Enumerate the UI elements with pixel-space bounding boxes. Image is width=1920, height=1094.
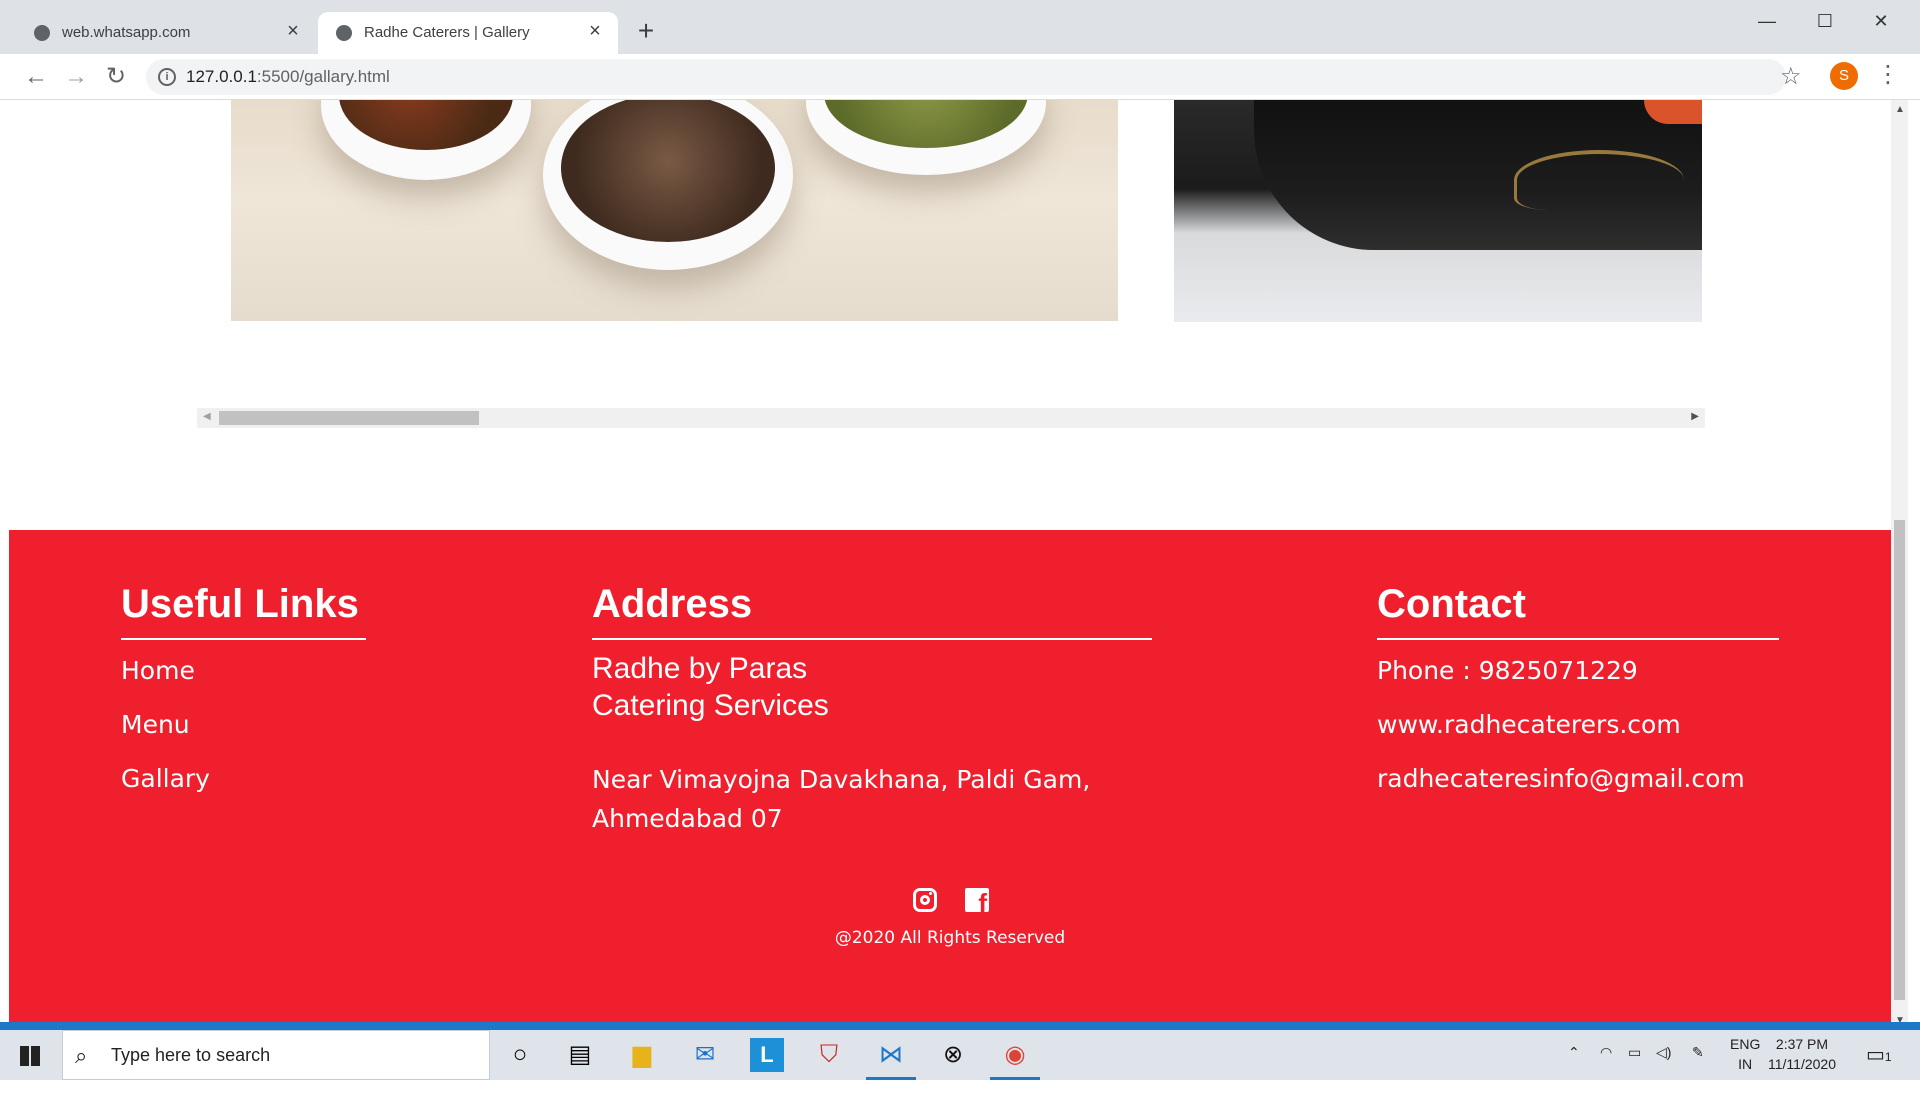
scroll-right-arrow-icon[interactable]: ▶ [1691, 411, 1699, 422]
address-line2: Ahmedabad 07 [592, 804, 783, 833]
copyright-text: @2020 All Rights Reserved [834, 928, 1066, 948]
instagram-icon[interactable] [913, 888, 937, 912]
back-button[interactable]: ← [20, 61, 52, 93]
dish-gold-pattern [1514, 150, 1684, 210]
taskbar: ⌕ Type here to search ○ ▤ ▆ ✉ L ⛉ ⋈ ⊗ ◉ … [0, 1030, 1920, 1080]
info-icon[interactable]: i [158, 68, 176, 86]
desktop-strip [0, 1022, 1920, 1030]
chrome-icon[interactable]: ◉ [998, 1038, 1032, 1072]
divider [121, 638, 366, 640]
contact-title: Contact [1377, 582, 1526, 626]
gallery-horizontal-scrollbar[interactable]: ◀ ▶ [197, 408, 1705, 428]
new-tab-button[interactable]: + [632, 17, 660, 46]
whatsapp-icon [34, 25, 50, 41]
tab-gallery[interactable]: Radhe Caterers | Gallery × [318, 12, 618, 54]
contact-phone: Phone : 9825071229 [1377, 656, 1638, 685]
volume-icon[interactable]: ◁) [1656, 1044, 1671, 1094]
tab-strip: web.whatsapp.com × Radhe Caterers | Gall… [0, 0, 1920, 54]
url-host: 127.0.0.1 [186, 67, 257, 86]
maximize-button[interactable]: ☐ [1802, 6, 1848, 36]
menu-kebab-icon[interactable]: ⋮ [1876, 60, 1900, 89]
mail-icon[interactable]: ✉ [688, 1038, 722, 1072]
url-text[interactable]: 127.0.0.1:5500/gallary.html [186, 67, 390, 87]
footer-link-home[interactable]: Home [121, 656, 195, 685]
browser-toolbar: ← → ↻ i 127.0.0.1:5500/gallary.html [0, 54, 1920, 100]
region-code: IN [1738, 1056, 1753, 1072]
file-explorer-icon[interactable]: ▆ [625, 1038, 659, 1072]
window-edge [0, 100, 9, 1030]
url-path: :5500/gallary.html [256, 67, 390, 86]
tab-label: web.whatsapp.com [62, 24, 191, 41]
search-placeholder: Type here to search [111, 1045, 271, 1065]
close-icon[interactable]: × [282, 20, 304, 42]
address-line1: Near Vimayojna Davakhana, Paldi Gam, [592, 765, 1091, 794]
l-app-icon[interactable]: L [750, 1038, 784, 1072]
cortana-icon[interactable]: ○ [503, 1038, 537, 1072]
scroll-up-arrow-icon[interactable]: ▲ [1895, 104, 1905, 115]
tab-label: Radhe Caterers | Gallery [364, 24, 530, 41]
close-icon[interactable]: × [584, 20, 606, 42]
forward-button[interactable]: → [60, 61, 92, 93]
wifi-icon[interactable]: ◠ [1600, 1044, 1612, 1094]
business-name: Radhe by Paras Catering Services [592, 650, 829, 724]
address-bar[interactable]: i 127.0.0.1:5500/gallary.html [146, 59, 1786, 95]
notification-count: 1 [1884, 1050, 1892, 1064]
bookmark-star-icon[interactable]: ☆ [1780, 62, 1802, 91]
bowl-center [543, 100, 793, 270]
footer-link-menu[interactable]: Menu [121, 710, 190, 739]
language-indicator[interactable]: ENG IN [1730, 1034, 1760, 1074]
close-window-button[interactable]: ✕ [1858, 6, 1904, 36]
business-name-line1: Radhe by Paras [592, 652, 808, 685]
minimize-button[interactable]: — [1744, 6, 1790, 36]
clock-time: 2:37 PM [1775, 1036, 1829, 1052]
tab-whatsapp[interactable]: web.whatsapp.com × [16, 12, 316, 54]
gallery-image-black-dish [1174, 100, 1702, 322]
reload-button[interactable]: ↻ [100, 61, 132, 93]
scrollbar-thumb[interactable] [1894, 520, 1905, 1000]
profile-avatar[interactable]: S [1830, 62, 1858, 90]
gallery-image-food-bowls [231, 100, 1118, 321]
footer-link-gallery[interactable]: Gallary [121, 764, 210, 793]
page-vertical-scrollbar[interactable]: ▲ ▼ [1891, 100, 1908, 1030]
contact-website-link[interactable]: www.radhecaterers.com [1377, 710, 1681, 739]
page-viewport: ◀ ▶ Useful Links Home Menu Gallary Addre… [9, 100, 1891, 1030]
windows-logo-icon [20, 1046, 40, 1066]
task-view-icon[interactable]: ▤ [563, 1038, 597, 1072]
show-hidden-icons-chevron-icon[interactable]: ⌃ [1568, 1044, 1580, 1094]
bowl-right [806, 100, 1046, 175]
notifications-icon[interactable]: ▭1 [1866, 1042, 1892, 1092]
business-name-line2: Catering Services [592, 689, 829, 722]
clock-date: 11/11/2020 [1768, 1056, 1836, 1072]
site-footer: Useful Links Home Menu Gallary Address R… [9, 530, 1891, 1030]
street-address: Near Vimayojna Davakhana, Paldi Gam, Ahm… [592, 760, 1090, 838]
xbox-icon[interactable]: ⊗ [936, 1038, 970, 1072]
clock[interactable]: 2:37 PM 11/11/2020 [1768, 1034, 1836, 1074]
address-title: Address [592, 582, 753, 626]
bowl-left [321, 100, 531, 180]
scroll-left-arrow-icon[interactable]: ◀ [203, 411, 211, 422]
scrollbar-thumb[interactable] [219, 411, 479, 425]
battery-icon[interactable]: ▭ [1628, 1044, 1641, 1094]
contact-email-link[interactable]: radhecateresinfo@gmail.com [1377, 764, 1745, 793]
divider [1377, 638, 1779, 640]
taskbar-search-box[interactable]: ⌕ Type here to search [62, 1030, 490, 1080]
divider [592, 638, 1152, 640]
useful-links-title: Useful Links [121, 582, 359, 626]
start-button[interactable] [0, 1030, 60, 1080]
pen-icon[interactable]: ✎ [1692, 1044, 1704, 1094]
mcafee-icon[interactable]: ⛉ [812, 1038, 846, 1072]
vscode-icon[interactable]: ⋈ [874, 1038, 908, 1072]
search-icon: ⌕ [75, 1043, 88, 1068]
globe-icon [336, 25, 352, 41]
facebook-icon[interactable]: f [965, 888, 989, 916]
lang-code: ENG [1730, 1036, 1761, 1052]
